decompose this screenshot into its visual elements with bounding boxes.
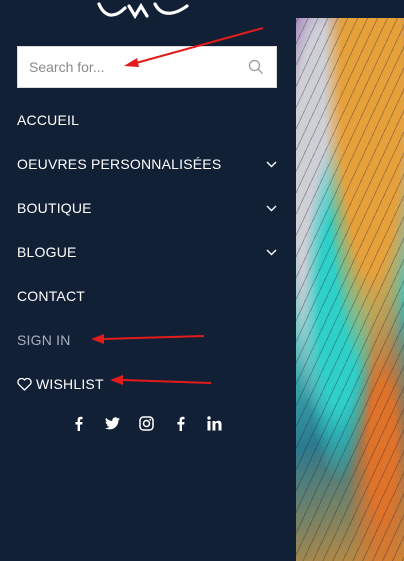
chevron-down-icon[interactable] bbox=[265, 158, 277, 170]
menu-item-accueil[interactable]: ACCUEIL bbox=[17, 98, 277, 142]
menu-item-label: SIGN IN bbox=[17, 332, 71, 348]
header-band bbox=[296, 0, 404, 18]
twitter-icon[interactable] bbox=[102, 412, 122, 434]
instagram-icon[interactable] bbox=[136, 412, 156, 434]
search-box bbox=[17, 46, 277, 88]
menu-item-blogue[interactable]: BLOGUE bbox=[17, 230, 277, 274]
heart-icon bbox=[17, 377, 32, 391]
chevron-down-icon[interactable] bbox=[265, 246, 277, 258]
wishlist-link: WISHLIST bbox=[17, 376, 104, 392]
menu-item-boutique[interactable]: BOUTIQUE bbox=[17, 186, 277, 230]
chevron-down-icon[interactable] bbox=[265, 202, 277, 214]
linkedin-icon[interactable] bbox=[204, 412, 224, 434]
artwork-strokes bbox=[296, 0, 404, 561]
search-icon[interactable] bbox=[236, 59, 276, 75]
site-logo[interactable] bbox=[95, 0, 195, 22]
menu-item-label: BLOGUE bbox=[17, 244, 77, 260]
social-links bbox=[68, 412, 224, 434]
search-input[interactable] bbox=[18, 47, 236, 87]
menu-item-label: BOUTIQUE bbox=[17, 200, 92, 216]
menu-item-wishlist[interactable]: WISHLIST bbox=[17, 362, 277, 406]
menu-item-label: OEUVRES PERSONNALISÉES bbox=[17, 156, 222, 172]
main-menu: ACCUEIL OEUVRES PERSONNALISÉES BOUTIQUE … bbox=[17, 98, 277, 406]
background-artwork bbox=[296, 0, 404, 561]
mobile-menu-drawer: ACCUEIL OEUVRES PERSONNALISÉES BOUTIQUE … bbox=[0, 0, 296, 561]
facebook-icon[interactable] bbox=[170, 412, 190, 434]
menu-item-oeuvres[interactable]: OEUVRES PERSONNALISÉES bbox=[17, 142, 277, 186]
menu-item-contact[interactable]: CONTACT bbox=[17, 274, 277, 318]
menu-item-label: ACCUEIL bbox=[17, 112, 80, 128]
menu-item-label: WISHLIST bbox=[36, 376, 104, 392]
menu-item-label: CONTACT bbox=[17, 288, 86, 304]
menu-item-sign-in[interactable]: SIGN IN bbox=[17, 318, 277, 362]
facebook-icon[interactable] bbox=[68, 412, 88, 434]
